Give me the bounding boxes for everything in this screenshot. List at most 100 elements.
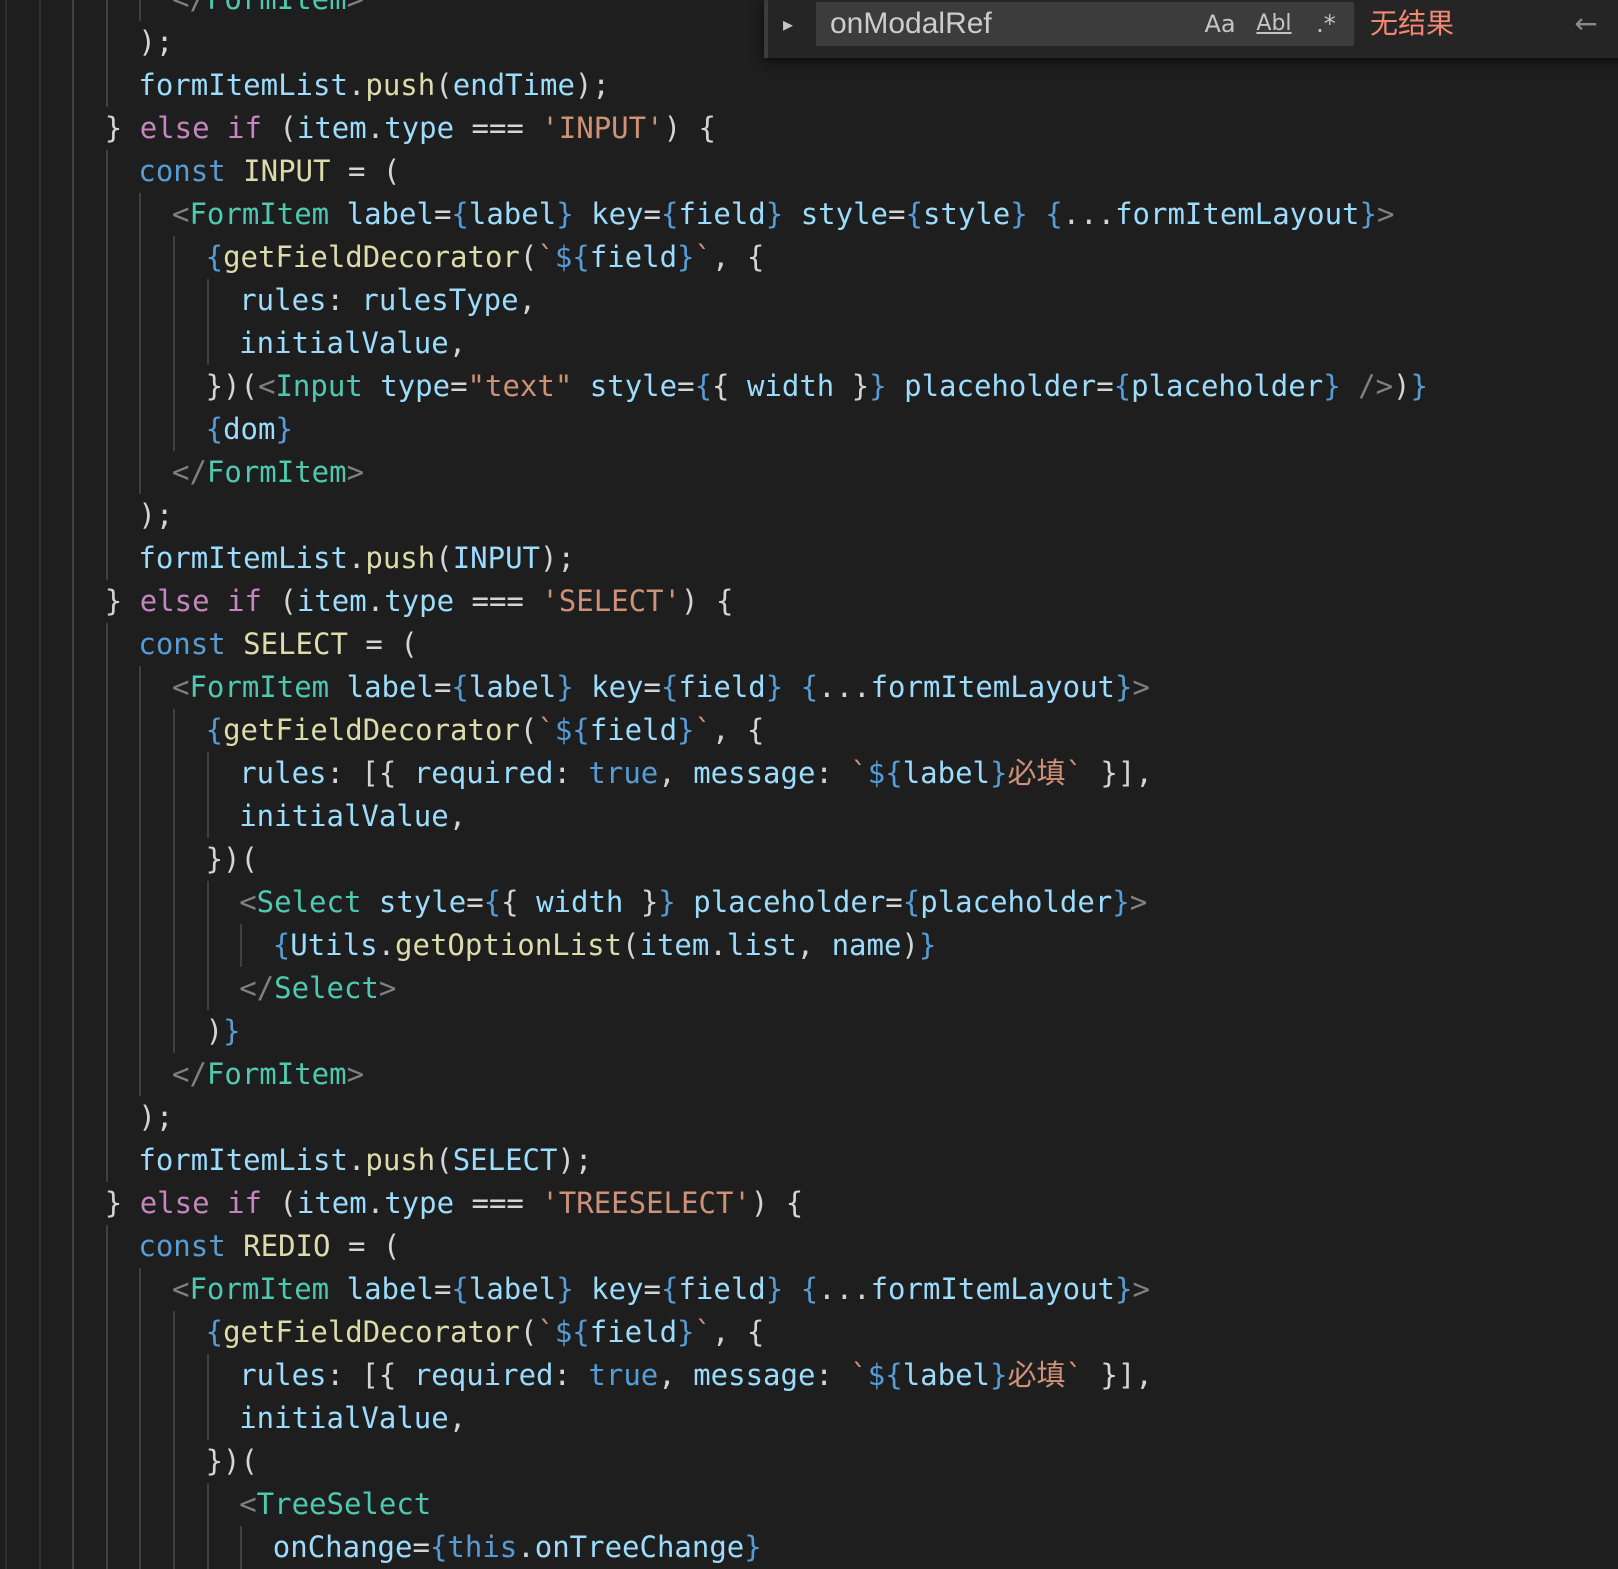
- code-token: })(: [205, 1444, 258, 1478]
- code-token: ): [901, 928, 919, 962]
- code-token: formItemLayout: [870, 670, 1115, 704]
- code-token: FormItem: [189, 1272, 330, 1306]
- indent-guide: [206, 1483, 209, 1569]
- code-token: </: [239, 971, 275, 1005]
- code-token: (: [622, 928, 640, 962]
- code-token: else: [139, 584, 210, 618]
- code-token: }: [1410, 369, 1428, 403]
- code-token: .: [517, 1530, 535, 1564]
- code-token: =: [433, 670, 452, 704]
- code-line: } else if (item.type === 'INPUT') {: [105, 107, 716, 150]
- code-token: );: [574, 68, 610, 102]
- code-token: key: [591, 1272, 644, 1306]
- code-token: .: [366, 1186, 385, 1220]
- code-token: width: [746, 369, 835, 403]
- code-token: const: [138, 1229, 226, 1263]
- code-token: ,: [658, 1358, 694, 1392]
- code-token: }: [623, 885, 659, 919]
- code-token: }],: [1082, 1358, 1153, 1392]
- code-token: >: [378, 971, 397, 1005]
- code-token: <: [172, 670, 190, 704]
- code-token: placeholder: [1131, 369, 1324, 403]
- code-token: }: [104, 1186, 140, 1220]
- code-token: INPUT: [452, 541, 540, 575]
- code-token: `: [537, 1315, 555, 1349]
- match-case-toggle[interactable]: Aa: [1198, 4, 1242, 44]
- code-token: }: [765, 670, 784, 704]
- code-token: formItemLayout: [870, 1272, 1115, 1306]
- code-line: const REDIO = (: [138, 1225, 400, 1268]
- code-token: message: [693, 1358, 816, 1392]
- code-token: }: [834, 369, 870, 403]
- code-token: >: [1376, 197, 1395, 231]
- code-token: :: [553, 1358, 589, 1392]
- code-token: .: [377, 928, 396, 962]
- chevron-right-icon[interactable]: ▸: [776, 6, 800, 42]
- indent-guide: [105, 150, 108, 580]
- code-token: }: [223, 1014, 241, 1048]
- code-token: `: [537, 713, 555, 747]
- code-token: onTreeChange: [534, 1530, 745, 1564]
- code-token: =: [412, 1530, 430, 1564]
- code-token: SELECT: [243, 627, 348, 661]
- code-token: .: [347, 541, 366, 575]
- code-token: formItemList: [138, 541, 348, 575]
- code-token: 必填`: [1007, 1358, 1083, 1392]
- code-token: =: [1096, 369, 1114, 403]
- code-token: ${: [867, 1358, 903, 1392]
- code-token: }: [104, 111, 140, 145]
- indent-guide: [139, 0, 142, 21]
- code-token: getFieldDecorator: [223, 1315, 520, 1349]
- indent-guide: [139, 1268, 142, 1569]
- code-line: rules: [{ required: true, message: `${la…: [239, 752, 1153, 795]
- code-token: = (: [347, 627, 418, 661]
- code-token: }: [677, 1315, 695, 1349]
- code-token: = (: [330, 154, 401, 188]
- code-token: `: [694, 240, 712, 274]
- code-token: >: [1132, 670, 1150, 704]
- code-token: style: [800, 197, 889, 231]
- code-token: field: [589, 713, 678, 747]
- code-token: :: [815, 1358, 851, 1392]
- code-token: }: [869, 369, 887, 403]
- code-line: })(: [206, 838, 258, 881]
- code-token: const: [138, 154, 226, 188]
- find-widget: ▸ Aa Abl .* 无结果 ←: [764, 0, 1618, 58]
- code-line: {getFieldDecorator(`${field}`, {: [206, 709, 765, 752]
- code-line: </FormItem>: [172, 1053, 364, 1096]
- code-token: Input: [275, 369, 363, 403]
- code-token: }: [677, 240, 695, 274]
- code-token: item: [296, 111, 367, 145]
- code-token: TreeSelect: [256, 1487, 432, 1521]
- indent-guide: [139, 193, 142, 494]
- code-token: INPUT: [243, 154, 331, 188]
- code-token: label: [346, 1272, 434, 1306]
- code-token: {: [694, 369, 713, 403]
- regex-toggle[interactable]: .*: [1306, 4, 1346, 44]
- code-token: {: [205, 412, 224, 446]
- code-token: ${: [867, 756, 903, 790]
- code-token: `: [850, 1358, 868, 1392]
- code-token: required: [413, 1358, 554, 1392]
- code-token: =: [888, 197, 906, 231]
- indent-guide: [206, 279, 209, 365]
- code-token: ) {: [663, 111, 716, 145]
- code-line: initialValue,: [239, 322, 466, 365]
- code-token: , {: [711, 713, 765, 747]
- code-token: }: [556, 197, 574, 231]
- code-token: rules: [239, 756, 327, 790]
- code-token: else: [139, 1186, 210, 1220]
- code-token: }: [658, 885, 676, 919]
- code-token: }: [1115, 670, 1133, 704]
- code-token: initialValue: [239, 799, 449, 833]
- code-editor[interactable]: </FormItem>);formItemList.push(endTime);…: [0, 0, 1618, 1569]
- code-token: getOptionList: [395, 928, 623, 962]
- indent-guide: [72, 0, 75, 1569]
- whole-word-toggle[interactable]: Abl: [1252, 4, 1296, 44]
- code-token: })(: [205, 842, 258, 876]
- code-token: label: [902, 756, 991, 790]
- arrow-left-icon[interactable]: ←: [1566, 4, 1606, 44]
